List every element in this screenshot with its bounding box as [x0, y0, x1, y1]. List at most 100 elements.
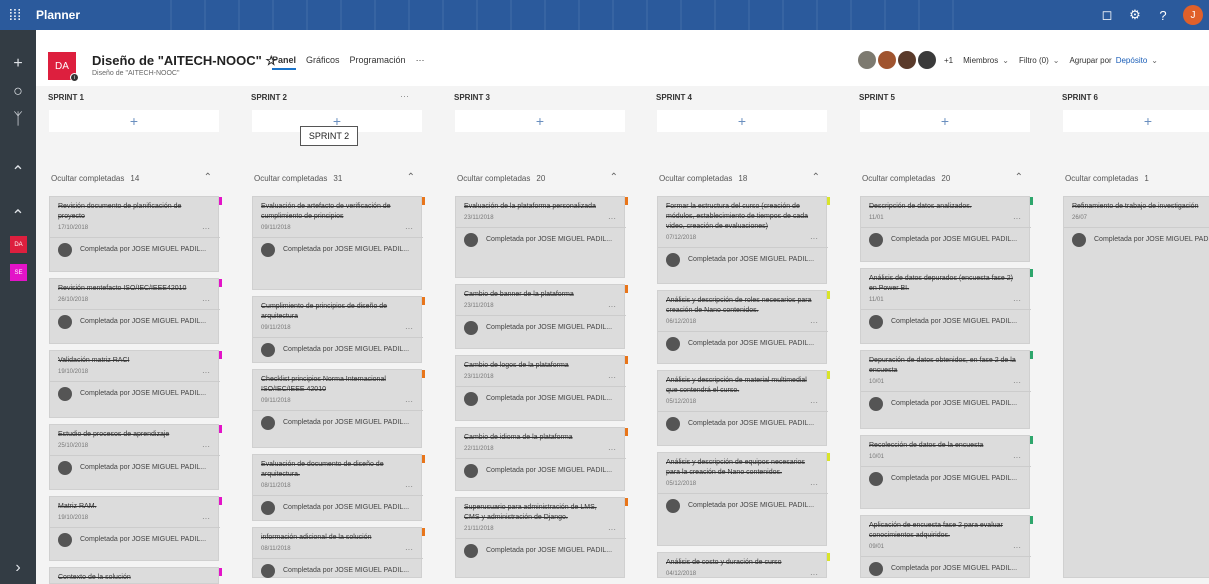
task-card[interactable]: Cambio de banner de la plataforma 23/11/2… — [455, 284, 628, 349]
task-more-button[interactable]: ··· — [202, 224, 210, 233]
chevron-down-icon[interactable]: ⌄ — [1002, 56, 1009, 65]
task-title[interactable]: Formar la estructura del curso (creación… — [666, 202, 816, 232]
bucket-name[interactable]: SPRINT 2 — [251, 93, 287, 102]
task-title[interactable]: Depuración de datos obtenidos, en fase 2… — [869, 356, 1019, 376]
task-card[interactable]: Análisis de datos depurados (encuesta fa… — [860, 268, 1033, 344]
hide-completed-toggle[interactable]: Ocultar completadas 20 ⌃ — [862, 172, 1027, 183]
notifications-icon[interactable]: ◻ — [1093, 0, 1121, 30]
group-by-value[interactable]: Depósito — [1116, 56, 1148, 65]
task-title[interactable]: Cambio de idioma de la plataforma — [464, 433, 614, 443]
hub-icon[interactable]: ○ — [0, 78, 36, 106]
tab-programacion[interactable]: Programación — [350, 55, 406, 70]
chevron-down-icon[interactable]: ⌄ — [1053, 56, 1060, 65]
hide-completed-toggle[interactable]: Ocultar completadas1⌃ — [1065, 174, 1209, 183]
tabs-more-button[interactable]: ··· — [416, 55, 425, 70]
task-card[interactable]: Cumplimiento de principios de diseño de … — [252, 296, 425, 363]
hide-completed-toggle[interactable]: Ocultar completadas 14 ⌃ — [51, 172, 216, 183]
task-more-button[interactable]: ··· — [810, 318, 818, 327]
task-more-button[interactable]: ··· — [1013, 378, 1021, 387]
task-card[interactable]: Análisis de costo y duración de curso 04/… — [657, 552, 830, 579]
task-more-button[interactable]: ··· — [405, 397, 413, 406]
person-icon[interactable]: ᛉ — [0, 106, 36, 134]
task-card[interactable]: Estudio de procesos de aprendizaje 25/10/… — [49, 424, 222, 490]
task-title[interactable]: Análisis y descripción de roles necesari… — [666, 296, 816, 316]
task-card[interactable]: Análisis y descripción de equipos necesa… — [657, 452, 830, 546]
add-task-button[interactable]: + — [1063, 110, 1209, 132]
task-more-button[interactable]: ··· — [810, 398, 818, 407]
bucket-name[interactable]: SPRINT 5 — [859, 93, 895, 102]
task-card[interactable]: Análisis y descripción de roles necesari… — [657, 290, 830, 364]
add-task-button[interactable]: + — [657, 110, 827, 132]
task-card[interactable]: Descripción de datos analizados. 11/01 ···… — [860, 196, 1033, 262]
bucket-name[interactable]: SPRINT 1 — [48, 93, 84, 102]
waffle-icon[interactable]: ⁞⁞⁞ — [0, 0, 30, 30]
task-more-button[interactable]: ··· — [405, 482, 413, 491]
task-more-button[interactable]: ··· — [202, 514, 210, 523]
user-avatar[interactable]: J — [1183, 5, 1203, 25]
task-title[interactable]: Análisis de datos depurados (encuesta fa… — [869, 274, 1019, 294]
task-title[interactable]: Refinamiento de trabajo de investigación — [1072, 202, 1209, 212]
hide-completed-toggle[interactable]: Ocultar completadas 31 ⌃ — [254, 172, 419, 183]
bucket-more-button[interactable]: ··· — [400, 91, 409, 101]
task-card[interactable]: Depuración de datos obtenidos, en fase 2… — [860, 350, 1033, 429]
task-more-button[interactable]: ··· — [202, 442, 210, 451]
task-more-button[interactable]: ··· — [608, 525, 616, 534]
task-card[interactable]: Revisión documento de planificación de p… — [49, 196, 222, 272]
task-card[interactable]: información adicional de la solución 08/1… — [252, 527, 425, 578]
task-card[interactable]: Aplicación de encuesta fase 2 para evalu… — [860, 515, 1033, 578]
task-more-button[interactable]: ··· — [608, 445, 616, 454]
task-title[interactable]: Cambio de banner de la plataforma — [464, 290, 614, 300]
task-more-button[interactable]: ··· — [202, 296, 210, 305]
task-title[interactable]: Evaluación de documento de diseño de arq… — [261, 460, 411, 480]
task-card[interactable]: Refinamiento de trabajo de investigación… — [1063, 196, 1209, 578]
task-more-button[interactable]: ··· — [405, 224, 413, 233]
chevron-up-icon[interactable]: ⌃ — [610, 172, 618, 183]
task-title[interactable]: Evaluación de artefacto de verificación … — [261, 202, 411, 222]
task-title[interactable]: Estudio de procesos de aprendizaje — [58, 430, 208, 440]
task-title[interactable]: Contexto de la solución — [58, 573, 208, 583]
rail-plan-da[interactable]: DA — [10, 236, 27, 253]
task-title[interactable]: Análisis de costo y duración de curso — [666, 558, 816, 568]
task-title[interactable]: Matriz RAM. — [58, 502, 208, 512]
task-more-button[interactable]: ··· — [810, 480, 818, 489]
task-more-button[interactable]: ··· — [810, 234, 818, 243]
tab-graficos[interactable]: Gráficos — [306, 55, 340, 70]
task-more-button[interactable]: ··· — [608, 302, 616, 311]
help-icon[interactable]: ? — [1149, 0, 1177, 30]
task-more-button[interactable]: ··· — [405, 324, 413, 333]
task-title[interactable]: Cambio de logos de la plataforma — [464, 361, 614, 371]
chevron-down-icon[interactable]: ⌄ — [1151, 56, 1158, 65]
task-more-button[interactable]: ··· — [405, 545, 413, 554]
task-card[interactable]: Recolección de datos de la encuesta 10/01… — [860, 435, 1033, 509]
chevron-up-icon[interactable]: ⌃ — [812, 172, 820, 183]
task-title[interactable]: Cumplimiento de principios de diseño de … — [261, 302, 411, 322]
task-card[interactable]: Revisión mentefacto ISO/IEC/IEEE42010 26/… — [49, 278, 222, 344]
member-avatar[interactable] — [898, 51, 916, 69]
bucket-name[interactable]: SPRINT 6 — [1062, 93, 1098, 102]
task-card[interactable]: Validación matriz RACI 19/10/2018 ··· Compl… — [49, 350, 222, 418]
chevron-up-icon[interactable]: ⌃ — [1015, 172, 1023, 183]
task-card[interactable]: Evaluación de artefacto de verificación … — [252, 196, 425, 290]
task-card[interactable]: Evaluación de documento de diseño de arq… — [252, 454, 425, 521]
group-by-label[interactable]: Agrupar por — [1069, 56, 1111, 65]
rail-plan-se[interactable]: SE — [10, 264, 27, 281]
chevron-up-icon[interactable]: ⌃ — [204, 172, 212, 183]
add-task-button[interactable]: + — [860, 110, 1030, 132]
task-title[interactable]: Revisión mentefacto ISO/IEC/IEEE42010 — [58, 284, 208, 294]
task-card[interactable]: Contexto de la solución — [49, 567, 222, 584]
task-more-button[interactable]: ··· — [810, 570, 818, 579]
task-more-button[interactable]: ··· — [1013, 543, 1021, 552]
hide-completed-toggle[interactable]: Ocultar completadas 18 ⌃ — [659, 172, 824, 183]
task-title[interactable]: Checklist principios Norma Internacional… — [261, 375, 411, 395]
task-title[interactable]: Validación matriz RACI — [58, 356, 208, 366]
plan-title[interactable]: Diseño de "AITECH-NOOC" ☆ — [92, 53, 277, 69]
members-more[interactable]: +1 — [944, 56, 953, 65]
member-avatar[interactable] — [918, 51, 936, 69]
task-title[interactable]: Recolección de datos de la encuesta — [869, 441, 1019, 451]
task-more-button[interactable]: ··· — [608, 373, 616, 382]
task-title[interactable]: Análisis y descripción de equipos necesa… — [666, 458, 816, 478]
app-name[interactable]: Planner — [36, 8, 80, 22]
gear-icon[interactable]: ⚙ — [1121, 0, 1149, 30]
hide-completed-toggle[interactable]: Ocultar completadas 20 ⌃ — [457, 172, 622, 183]
task-title[interactable]: Evaluación de la plataforma personalizad… — [464, 202, 614, 212]
